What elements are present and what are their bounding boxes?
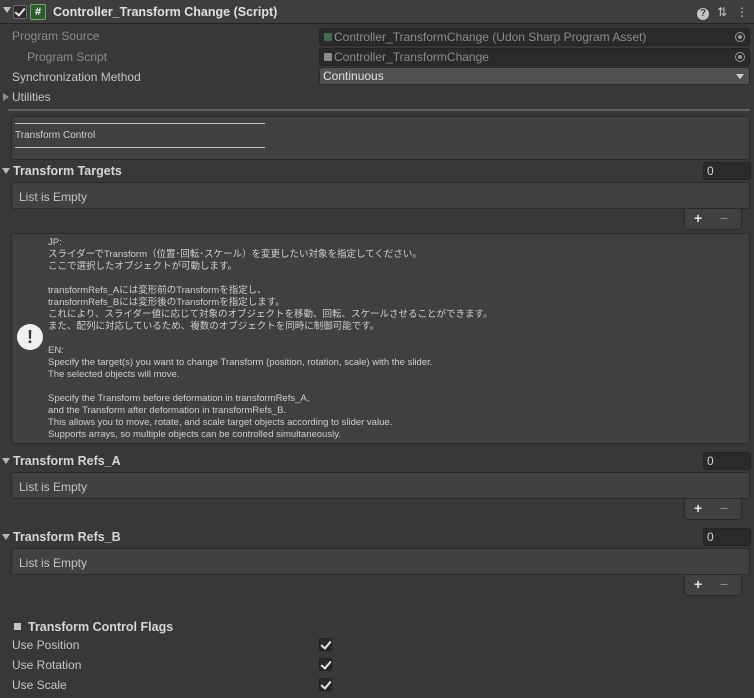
header-rule-top	[15, 123, 265, 124]
transform-targets-foldout-icon[interactable]	[2, 168, 10, 174]
sync-method-label: Synchronization Method	[12, 70, 141, 84]
divider	[8, 109, 750, 111]
program-script-field[interactable]: Controller_TransformChange	[319, 48, 750, 66]
use-scale-label: Use Scale	[12, 678, 67, 692]
component-title: Controller_Transform Change (Script)	[53, 5, 278, 19]
utilities-foldout[interactable]: Utilities	[12, 90, 51, 104]
program-source-label: Program Source	[12, 29, 100, 43]
transform-targets-list-controls: + −	[684, 209, 742, 230]
utilities-foldout-icon[interactable]	[3, 93, 9, 101]
context-menu-icon[interactable]: ⋮	[735, 5, 749, 19]
transform-refs-b-size-field[interactable]: 0	[703, 528, 751, 546]
object-picker-icon[interactable]	[735, 52, 745, 62]
remove-element-button[interactable]: −	[720, 577, 728, 591]
use-position-label: Use Position	[12, 638, 80, 652]
component-header[interactable]: # Controller_Transform Change (Script) ?…	[0, 0, 754, 24]
warning-icon: !	[17, 324, 43, 350]
transform-refs-a-list-controls: + −	[684, 499, 742, 520]
chevron-down-icon	[736, 74, 744, 79]
transform-refs-a-size-field[interactable]: 0	[703, 452, 751, 470]
sync-method-value: Continuous	[323, 69, 384, 83]
use-position-checkbox[interactable]	[319, 638, 332, 651]
program-source-value: Controller_TransformChange (Udon Sharp P…	[334, 30, 647, 44]
transform-refs-a-foldout-icon[interactable]	[2, 458, 10, 464]
sync-method-dropdown[interactable]: Continuous	[319, 67, 750, 85]
use-scale-checkbox[interactable]	[319, 678, 332, 691]
list-empty-text: List is Empty	[19, 190, 88, 204]
program-script-value: Controller_TransformChange	[334, 50, 489, 64]
remove-element-button[interactable]: −	[720, 501, 728, 515]
flags-title: Transform Control Flags	[28, 620, 174, 634]
add-element-button[interactable]: +	[694, 501, 702, 515]
list-empty-text: List is Empty	[19, 480, 88, 494]
help-text: JP: スライダーでTransform（位置･回転･スケール）を変更したい対象を…	[48, 237, 493, 440]
udon-asset-icon	[324, 33, 332, 41]
script-file-icon	[324, 53, 332, 61]
program-script-label: Program Script	[27, 50, 108, 64]
use-rotation-checkbox[interactable]	[319, 658, 332, 671]
header-rule-bottom	[15, 147, 265, 148]
section-header-box: Transform Control	[11, 116, 750, 160]
transform-targets-label[interactable]: Transform Targets	[13, 164, 122, 178]
foldout-arrow-icon[interactable]	[3, 7, 11, 13]
presets-icon[interactable]: ⇅	[715, 5, 729, 19]
list-empty-text: List is Empty	[19, 556, 88, 570]
transform-refs-b-list: List is Empty	[11, 548, 750, 575]
help-icon[interactable]: ?	[696, 5, 710, 20]
transform-refs-b-list-controls: + −	[684, 575, 742, 596]
script-icon: #	[30, 4, 46, 20]
add-element-button[interactable]: +	[694, 211, 702, 225]
square-bullet-icon	[14, 623, 21, 630]
section-header-title: Transform Control	[15, 130, 96, 141]
use-rotation-label: Use Rotation	[12, 658, 82, 672]
object-picker-icon[interactable]	[735, 32, 745, 42]
transform-refs-a-list: List is Empty	[11, 472, 750, 499]
add-element-button[interactable]: +	[694, 577, 702, 591]
transform-targets-list: List is Empty	[11, 182, 750, 209]
program-source-field[interactable]: Controller_TransformChange (Udon Sharp P…	[319, 28, 750, 46]
transform-refs-b-label[interactable]: Transform Refs_B	[13, 530, 121, 544]
transform-targets-size-field[interactable]: 0	[703, 162, 751, 180]
help-box: ! JP: スライダーでTransform（位置･回転･スケール）を変更したい対…	[11, 233, 750, 444]
component-enabled-checkbox[interactable]	[13, 5, 27, 19]
transform-refs-b-foldout-icon[interactable]	[2, 534, 10, 540]
transform-refs-a-label[interactable]: Transform Refs_A	[13, 454, 121, 468]
remove-element-button[interactable]: −	[720, 211, 728, 225]
